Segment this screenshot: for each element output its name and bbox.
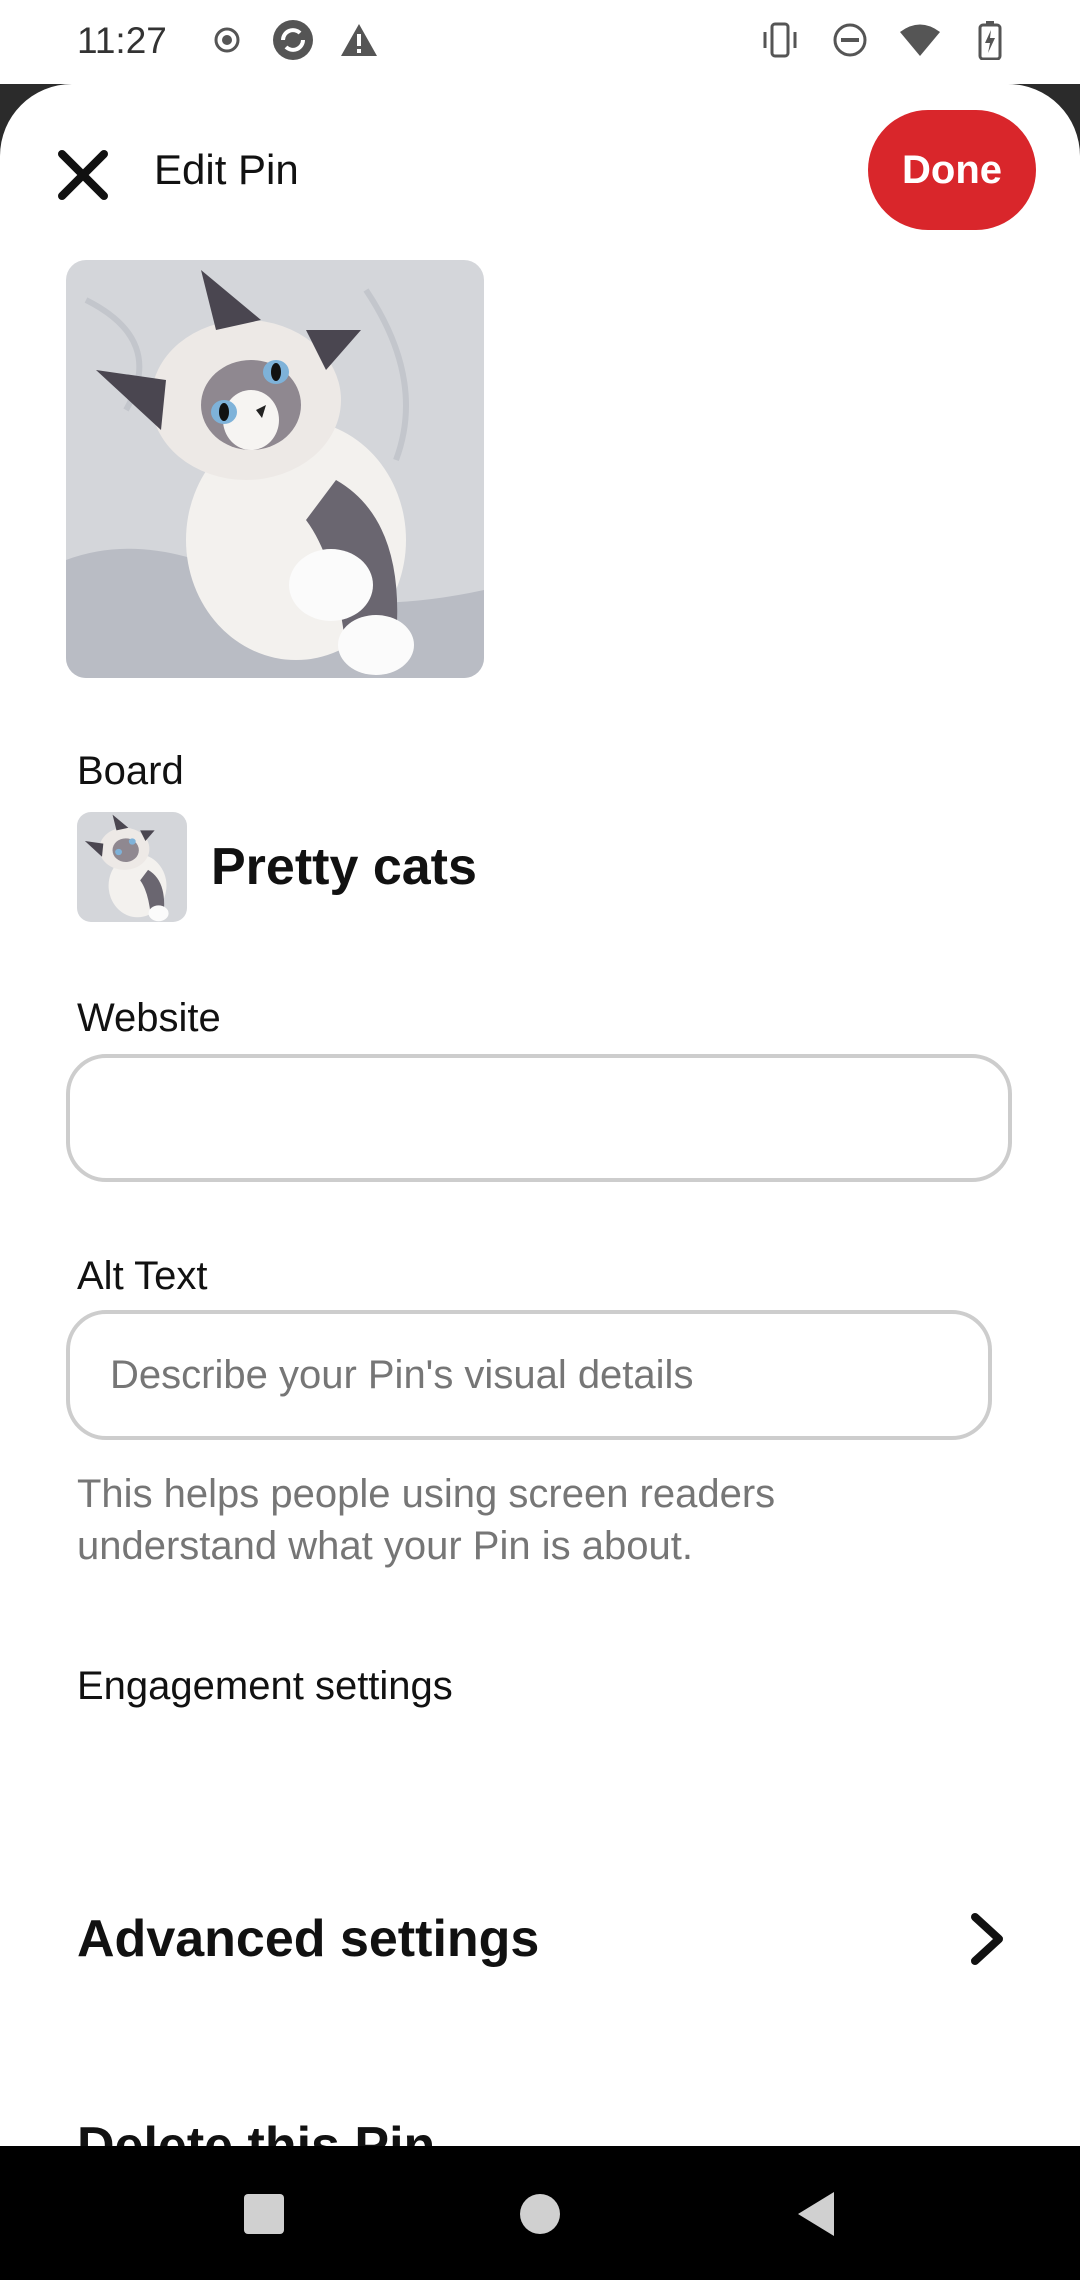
recents-square-icon <box>244 2194 284 2234</box>
status-bar: 11:27 <box>0 0 1080 84</box>
sync-icon <box>271 18 315 62</box>
delete-clip: Delete this Pin <box>0 2036 1080 2146</box>
alt-text-label: Alt Text <box>77 1254 208 1298</box>
status-right-icons <box>758 18 1012 62</box>
page-title: Edit Pin <box>154 146 299 193</box>
battery-charging-icon <box>968 18 1012 62</box>
advanced-settings-row[interactable]: Advanced settings <box>77 1884 1007 1994</box>
board-name: Pretty cats <box>211 838 477 896</box>
do-not-disturb-icon <box>828 18 872 62</box>
wifi-icon <box>898 18 942 62</box>
done-button[interactable]: Done <box>868 110 1036 230</box>
home-circle-icon <box>520 2194 560 2234</box>
recents-button[interactable] <box>236 2186 292 2242</box>
home-button[interactable] <box>512 2186 568 2242</box>
website-input[interactable] <box>66 1054 1012 1182</box>
pin-image <box>66 260 484 678</box>
navigation-bar <box>0 2146 1080 2280</box>
vibrate-icon <box>758 18 802 62</box>
chevron-right-icon <box>971 1913 1003 1965</box>
board-thumbnail <box>77 812 187 922</box>
record-icon <box>205 18 249 62</box>
board-label: Board <box>77 749 184 793</box>
back-triangle-icon <box>798 2192 834 2236</box>
close-button[interactable] <box>48 140 118 210</box>
website-label: Website <box>77 996 221 1040</box>
engagement-settings-label: Engagement settings <box>77 1664 453 1708</box>
close-icon <box>58 150 108 200</box>
board-selector[interactable]: Pretty cats <box>77 812 477 922</box>
alt-text-input[interactable] <box>66 1310 992 1440</box>
warning-icon <box>337 18 381 62</box>
status-left-icons <box>205 18 381 62</box>
alt-text-help: This helps people using screen readers u… <box>77 1472 776 1568</box>
delete-pin-button[interactable]: Delete this Pin <box>77 2116 435 2146</box>
edit-pin-sheet: Edit Pin Done Board Pretty cats Website … <box>0 84 1080 2146</box>
advanced-settings-label: Advanced settings <box>77 1910 540 1968</box>
back-button[interactable] <box>788 2186 844 2242</box>
status-time: 11:27 <box>77 20 167 61</box>
